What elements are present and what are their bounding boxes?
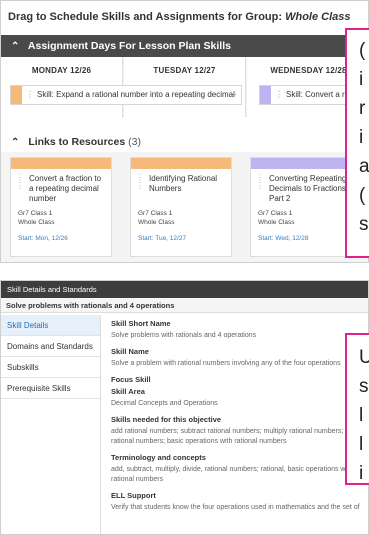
callout-line: i — [359, 127, 364, 148]
drag-handle-icon[interactable]: ⋮ — [275, 86, 283, 104]
resource-group: Whole Class — [138, 219, 175, 226]
field-label: Skill Area — [111, 387, 145, 396]
resource-color-strip — [11, 158, 111, 169]
skill-card-label: Skill: Expand a rational number into a r… — [37, 90, 235, 99]
field-value: Verify that students know the four opera… — [111, 504, 360, 511]
resource-meta: Gr7 Class 1 Whole Class — [131, 201, 231, 227]
skill-color-swatch — [11, 86, 22, 104]
callout-line: i — [359, 463, 364, 484]
resource-title-area: ⋮ ⋮ Convert a fraction to a repeating dec… — [11, 169, 111, 204]
callout-line: ( — [359, 185, 366, 206]
drag-handle-icon[interactable]: ⋮ ⋮ — [256, 174, 264, 190]
callout-line: l — [359, 434, 364, 455]
menu-icon[interactable]: ⋯ — [229, 86, 237, 104]
field-value: Solve a problem with rational numbers in… — [111, 360, 341, 367]
links-to-resources-toggle[interactable]: ⌃ Links to Resources (3) — [11, 136, 141, 148]
resource-title-area: ⋮ ⋮ Identifying Rational Numbers — [131, 169, 231, 201]
callout-line: i — [359, 69, 364, 90]
links-count: (3) — [128, 136, 141, 148]
field-label: Skill Name — [111, 347, 149, 356]
callout-line: ( — [359, 40, 366, 61]
assignment-days-header[interactable]: ⌃ Assignment Days For Lesson Plan Skills — [1, 35, 368, 58]
resource-group: Whole Class — [18, 219, 55, 226]
resource-class: Gr7 Class 1 — [138, 210, 173, 217]
field-value: Decimal Concepts and Operations — [111, 400, 218, 407]
field-label: Terminology and concepts — [111, 453, 206, 462]
resource-title[interactable]: Identifying Rational Numbers — [149, 174, 217, 193]
skill-details-nav: Skill Details Domains and Standards Subs… — [1, 315, 101, 534]
field-label: Focus Skill — [111, 375, 151, 384]
skill-details-content: Skill Short Name Solve problems with rat… — [111, 319, 368, 534]
resource-card[interactable]: ⋮ ⋮ Converting Repeating Decimals to Frac… — [250, 157, 360, 257]
resource-start-date: Start: Tue, 12/27 — [138, 235, 187, 242]
resource-meta: Gr7 Class 1 Whole Class — [11, 201, 111, 227]
chevron-up-icon[interactable]: ⌃ — [11, 137, 19, 148]
callout-line: r — [359, 98, 366, 119]
callout-box-top: ( i r i a ( s — [345, 28, 369, 258]
callout-line: U — [347, 343, 369, 372]
callout-line: s — [359, 376, 369, 397]
resource-title[interactable]: Converting Repeating Decimals to Fractio… — [269, 174, 348, 203]
field-label: Skill Short Name — [111, 319, 171, 328]
schedule-title: Drag to Schedule Skills and Assignments … — [8, 11, 351, 23]
skill-details-subtitle: Solve problems with rationals and 4 oper… — [1, 298, 368, 313]
day-header: MONDAY 12/26 — [31, 66, 92, 75]
skill-card[interactable]: ⋮ Skill: Expand a rational number into a … — [10, 85, 242, 105]
assignment-days-row: MONDAY 12/26 TUESDAY 12/27 WEDNESDAY 12/… — [1, 57, 368, 117]
field-label: ELL Support — [111, 491, 156, 500]
resource-color-strip — [251, 158, 359, 169]
skill-color-swatch — [260, 86, 271, 104]
callout-line: a — [359, 156, 369, 177]
resource-class: Gr7 Class 1 — [258, 210, 293, 217]
resource-title[interactable]: Convert a fraction to a repeating decima… — [29, 174, 101, 203]
links-to-resources-label: Links to Resources — [28, 136, 126, 148]
resource-group: Whole Class — [258, 219, 295, 226]
drag-handle-icon[interactable]: ⋮ ⋮ — [16, 174, 24, 190]
day-header: TUESDAY 12/27 — [153, 66, 216, 75]
schedule-panel: Drag to Schedule Skills and Assignments … — [0, 0, 369, 263]
drag-handle-icon[interactable]: ⋮ ⋮ — [136, 174, 144, 190]
resource-card[interactable]: ⋮ ⋮ Identifying Rational Numbers Gr7 Clas… — [130, 157, 232, 257]
resource-start-date: Start: Wed, 12/28 — [258, 235, 309, 242]
field-value: Solve problems with rationals and 4 oper… — [111, 332, 257, 339]
callout-box-bottom: U s l l i — [345, 333, 369, 485]
field-value: add rational numbers; subtract rational … — [111, 428, 364, 445]
callout-line: s — [359, 214, 369, 235]
resources-area: ⋮ ⋮ Convert a fraction to a repeating dec… — [1, 152, 368, 262]
resource-title-area: ⋮ ⋮ Converting Repeating Decimals to Frac… — [251, 169, 359, 204]
assignment-days-title: Assignment Days For Lesson Plan Skills — [27, 40, 231, 52]
field-label: Skills needed for this objective — [111, 415, 222, 424]
resource-start-date: Start: Mon, 12/26 — [18, 235, 68, 242]
schedule-title-prefix: Drag to Schedule Skills and Assignments … — [8, 11, 283, 23]
resource-card[interactable]: ⋮ ⋮ Convert a fraction to a repeating dec… — [10, 157, 112, 257]
resource-meta: Gr7 Class 1 Whole Class — [251, 201, 359, 227]
field-value: add, subtract, multiply, divide, rationa… — [111, 466, 353, 483]
resource-color-strip — [131, 158, 231, 169]
nav-item-prerequisite-skills[interactable]: Prerequisite Skills — [1, 378, 100, 399]
nav-item-subskills[interactable]: Subskills — [1, 357, 100, 378]
schedule-group-name: Whole Class — [285, 11, 351, 23]
skill-details-topbar: Skill Details and Standards — [1, 281, 368, 298]
drag-handle-icon[interactable]: ⋮ — [26, 86, 34, 104]
nav-item-domains-standards[interactable]: Domains and Standards — [1, 336, 100, 357]
skill-details-panel: Skill Details and Standards Solve proble… — [0, 280, 369, 535]
resource-class: Gr7 Class 1 — [18, 210, 53, 217]
callout-line: l — [359, 405, 364, 426]
nav-item-skill-details[interactable]: Skill Details — [1, 315, 100, 336]
chevron-up-icon[interactable]: ⌃ — [11, 36, 19, 58]
